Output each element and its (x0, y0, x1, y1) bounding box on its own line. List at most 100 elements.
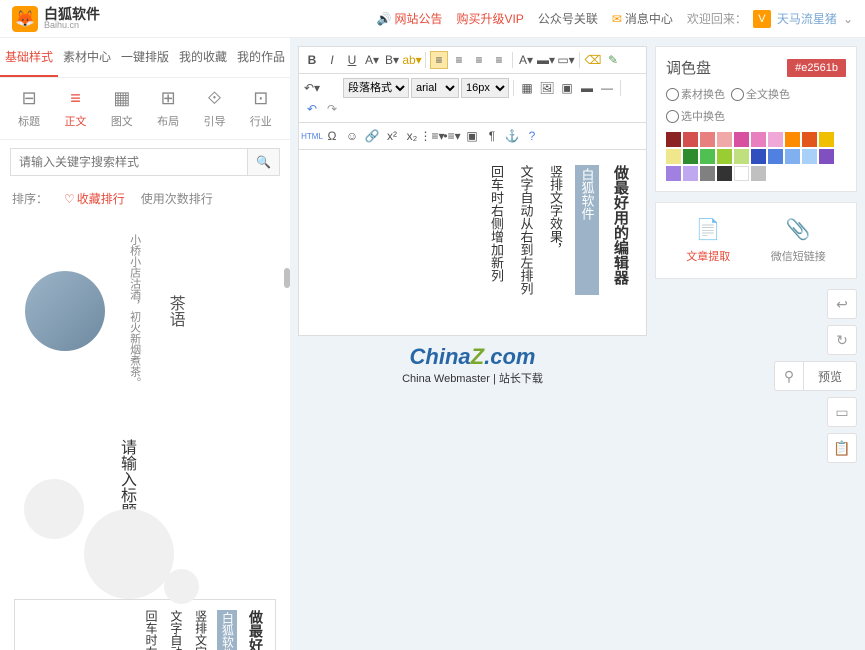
anchor-button[interactable]: ⚓ (503, 127, 521, 145)
hr-button[interactable]: — (598, 79, 616, 97)
sub-button[interactable]: x₂ (403, 127, 421, 145)
color-swatch[interactable] (683, 132, 698, 147)
search-input[interactable] (10, 148, 248, 176)
undo-dd-button[interactable]: ↶▾ (303, 79, 321, 97)
color-swatch[interactable] (683, 166, 698, 181)
color-swatch[interactable] (700, 132, 715, 147)
align-center-button[interactable]: ≡ (450, 51, 468, 69)
image-button[interactable]: 🖼 (538, 79, 556, 97)
align-right-button[interactable]: ≡ (470, 51, 488, 69)
color-swatch[interactable] (717, 132, 732, 147)
template-card-vertical[interactable]: 回车时右侧增加 文字自动从右到左 竖排文字效果， 白狐软件 做最好用的编辑 (14, 599, 276, 650)
color-swatch[interactable] (717, 149, 732, 164)
help-button[interactable]: ? (523, 127, 541, 145)
table-button[interactable]: ▦ (518, 79, 536, 97)
color-swatch[interactable] (734, 149, 749, 164)
logo[interactable]: 🦊 白狐软件 Baihu.cn (12, 6, 100, 32)
format-select[interactable]: 段落格式 (343, 78, 409, 98)
preview-button[interactable]: ⚲ 预览 (774, 361, 857, 391)
cat-title[interactable]: ⊟标题 (8, 88, 50, 129)
media-button[interactable]: ▣ (558, 79, 576, 97)
cat-image-text[interactable]: ▦图文 (101, 88, 143, 129)
font-button[interactable]: B▾ (383, 51, 401, 69)
link-button[interactable]: 🔗 (363, 127, 381, 145)
border-button[interactable]: ▭▾ (557, 51, 575, 69)
color-swatch[interactable] (751, 149, 766, 164)
text-color-button[interactable]: A▾ (517, 51, 535, 69)
opt-full[interactable]: 全文换色 (731, 86, 790, 102)
save-tool[interactable]: ▭ (827, 397, 857, 427)
color-swatch[interactable] (666, 132, 681, 147)
color-swatch[interactable] (768, 132, 783, 147)
action-extract[interactable]: 📄 文章提取 (686, 217, 730, 264)
color-swatch[interactable] (666, 166, 681, 181)
opt-material[interactable]: 素材换色 (666, 86, 725, 102)
brush-button[interactable]: ✎ (604, 51, 622, 69)
cat-industry[interactable]: ⊡行业 (240, 88, 282, 129)
color-swatch[interactable] (802, 149, 817, 164)
omega-button[interactable]: Ω (323, 127, 341, 145)
redo-button[interactable]: ↷ (323, 100, 341, 118)
sort-fav[interactable]: ♡收藏排行 (64, 190, 125, 207)
ol-button[interactable]: ⋮≡▾ (423, 127, 441, 145)
cat-body[interactable]: ≡正文 (54, 88, 96, 129)
sup-button[interactable]: x² (383, 127, 401, 145)
bold-button[interactable]: B (303, 51, 321, 69)
size-select[interactable]: 16px (461, 78, 509, 98)
sort-use[interactable]: 使用次数排行 (141, 190, 213, 207)
color-swatch[interactable] (785, 149, 800, 164)
color-swatch[interactable] (819, 132, 834, 147)
cat-layout[interactable]: ⊞布局 (147, 88, 189, 129)
align-justify-button[interactable]: ≡ (490, 51, 508, 69)
color-swatch[interactable] (700, 166, 715, 181)
nav-buy-vip[interactable]: 购买升级VIP (456, 10, 523, 27)
tab-basic-style[interactable]: 基础样式 (0, 38, 58, 77)
bg-color-button[interactable]: ▬▾ (537, 51, 555, 69)
color-swatch[interactable] (785, 132, 800, 147)
color-swatch[interactable] (717, 166, 732, 181)
cat-guide[interactable]: ⟐引导 (193, 88, 235, 129)
tab-material[interactable]: 素材中心 (58, 38, 116, 77)
color-swatch[interactable] (734, 132, 749, 147)
action-wxlink[interactable]: 📎 微信短链接 (771, 217, 826, 264)
color-swatch[interactable] (802, 132, 817, 147)
font-color-button[interactable]: A▾ (363, 51, 381, 69)
palette-hex[interactable]: #e2561b (787, 59, 846, 77)
tab-layout[interactable]: 一键排版 (116, 38, 174, 77)
color-swatch[interactable] (700, 149, 715, 164)
nav-announce[interactable]: 🔊网站公告 (377, 10, 443, 27)
search-button[interactable]: 🔍 (248, 148, 280, 176)
color-swatch[interactable] (683, 149, 698, 164)
scrollbar-thumb[interactable] (284, 268, 290, 288)
highlight-button[interactable]: ab▾ (403, 51, 421, 69)
color-swatch[interactable] (734, 166, 749, 181)
html-button[interactable]: HTML (303, 127, 321, 145)
color-swatch[interactable] (751, 166, 766, 181)
editor-body[interactable]: 回车时右侧增加新列 文字自动从右到左排列 竖排文字效果， 白狐软件 做最好用的编… (299, 150, 646, 335)
emoji-button[interactable]: ☺ (343, 127, 361, 145)
copy-tool[interactable]: 📋 (827, 433, 857, 463)
nav-msg[interactable]: ✉消息中心 (612, 10, 673, 27)
color-swatch[interactable] (666, 149, 681, 164)
color-swatch[interactable] (819, 149, 834, 164)
user-area[interactable]: 欢迎回来： V 天马流星猪 ⌄ (687, 10, 853, 28)
italic-button[interactable]: I (323, 51, 341, 69)
film-button[interactable]: ▬ (578, 79, 596, 97)
editor-content[interactable]: 回车时右侧增加新列 文字自动从右到左排列 竖排文字效果， 白狐软件 做最好用的编… (313, 164, 632, 296)
color-swatch[interactable] (768, 149, 783, 164)
nav-gzh[interactable]: 公众号关联 (538, 10, 598, 27)
ul-button[interactable]: •≡▾ (443, 127, 461, 145)
tab-favorites[interactable]: 我的收藏 (174, 38, 232, 77)
template-card-bubble[interactable]: 请输入标题 (14, 419, 276, 569)
undo-button[interactable]: ↶ (303, 100, 321, 118)
font-select[interactable]: arial (411, 78, 459, 98)
undo-tool[interactable]: ↩ (827, 289, 857, 319)
template-list[interactable]: 小桥小店沽酒，初火新烟煮茶。 茶语 请输入标题 回车时右侧增加 文字自动从右到左… (0, 213, 290, 650)
eraser-button[interactable]: ⌫ (584, 51, 602, 69)
opt-selected[interactable]: 选中换色 (666, 108, 725, 124)
template-card-tea[interactable]: 小桥小店沽酒，初火新烟煮茶。 茶语 (14, 223, 276, 399)
color-swatch[interactable] (751, 132, 766, 147)
tab-works[interactable]: 我的作品 (232, 38, 290, 77)
history-tool[interactable]: ↻ (827, 325, 857, 355)
align-left-button[interactable]: ≡ (430, 51, 448, 69)
